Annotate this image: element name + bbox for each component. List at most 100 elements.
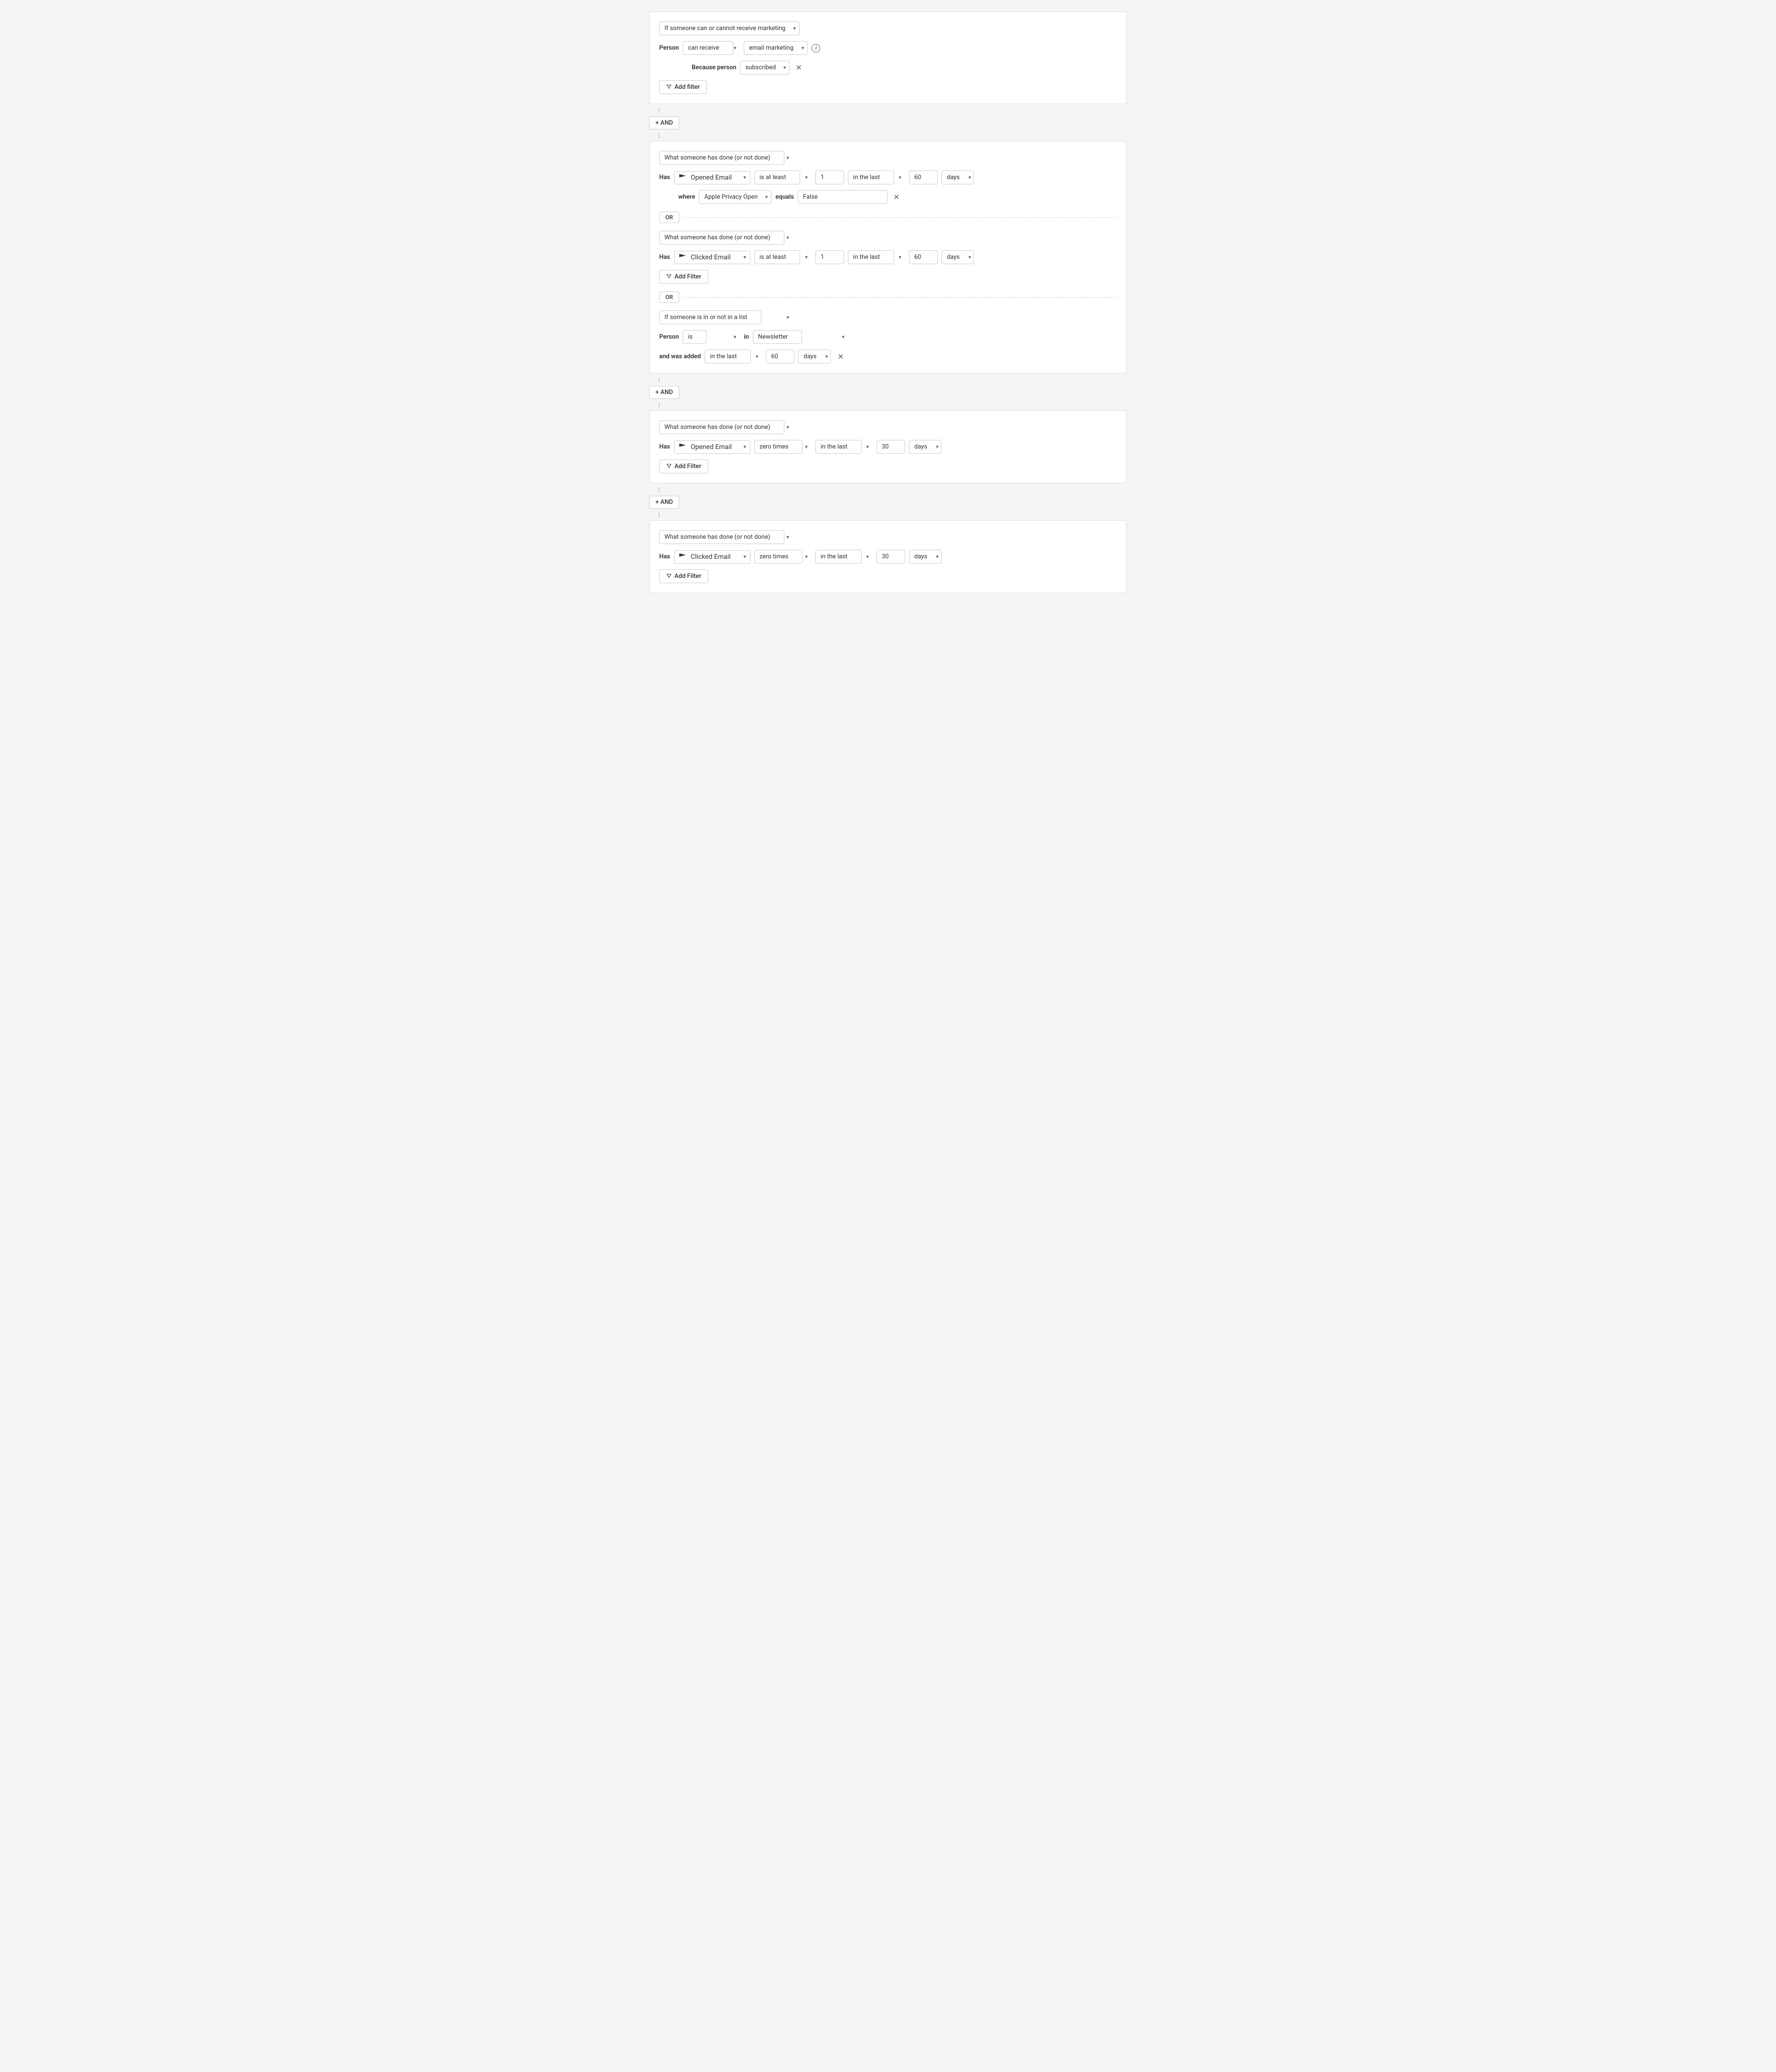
condition-6-select[interactable]: zero times	[754, 550, 802, 564]
condition-opened-wrapper: is at least	[754, 171, 812, 184]
info-icon[interactable]: i	[812, 44, 820, 53]
list-main-select-wrapper: If someone is in or not in a list	[659, 310, 793, 324]
condition-block-opened-zero: What someone has done (or not done) Has …	[649, 410, 1127, 483]
condition-clicked-select[interactable]: is at least	[754, 250, 800, 264]
page-container: If someone can or cannot receive marketi…	[649, 11, 1127, 593]
and-was-close-button[interactable]: ✕	[835, 353, 845, 361]
apple-privacy-select[interactable]: Apple Privacy Open	[699, 190, 771, 204]
condition-clicked-wrapper: is at least	[754, 250, 812, 264]
sub-block-clicked-email: What someone has done (or not done) Has …	[659, 231, 1117, 284]
equals-label: equals	[775, 193, 794, 201]
flag-icon-6	[679, 554, 686, 560]
add-filter-button-5[interactable]: ⛛ Add Filter	[659, 459, 708, 473]
person-is-wrapper: is	[683, 330, 740, 344]
because-value-select[interactable]: subscribed	[740, 61, 790, 75]
and-button-2[interactable]: + AND	[649, 386, 679, 399]
event-opened-email[interactable]: Opened Email	[674, 171, 750, 184]
list-name-select[interactable]: Newsletter	[753, 330, 802, 344]
in-label: in	[744, 333, 749, 341]
and-connector-2: + AND	[649, 377, 1127, 407]
and-was-amount-input[interactable]	[766, 350, 794, 363]
event-clicked-zero[interactable]: Clicked Email	[674, 550, 750, 564]
condition-opened-select[interactable]: is at least	[754, 171, 800, 184]
or-button-1[interactable]: OR	[659, 212, 679, 223]
person-target-select[interactable]: email marketing	[744, 41, 808, 55]
what-done-select-wrapper-3: What someone has done (or not done)	[659, 231, 793, 245]
timeframe-6-wrapper: in the last	[815, 550, 873, 564]
person-is-select[interactable]: is	[683, 330, 706, 344]
value-clicked-input[interactable]	[815, 250, 844, 264]
what-done-select-2[interactable]: What someone has done (or not done)	[659, 151, 784, 165]
unit-5-wrapper: days	[909, 440, 942, 454]
because-value-wrapper: subscribed	[740, 61, 790, 75]
unit-6-wrapper: days	[909, 550, 942, 564]
condition-5-select[interactable]: zero times	[754, 440, 802, 454]
and-connector-1: + AND	[649, 108, 1127, 138]
and-button-1[interactable]: + AND	[649, 117, 679, 129]
filter-icon-clicked: ⛛	[666, 273, 672, 280]
unit-opened-wrapper: days	[941, 171, 975, 184]
or-button-2[interactable]: OR	[659, 291, 679, 303]
sub-block-list: If someone is in or not in a list Person…	[659, 310, 1117, 363]
has-label-opened: Has	[659, 174, 670, 181]
condition-block-group1: What someone has done (or not done) Has …	[649, 141, 1127, 374]
and-was-unit-select[interactable]: days	[798, 350, 831, 363]
what-done-select-5[interactable]: What someone has done (or not done)	[659, 420, 784, 434]
and-connector-3: + AND	[649, 487, 1127, 517]
unit-clicked-select[interactable]: days	[941, 250, 974, 264]
timeframe-5-wrapper: in the last	[815, 440, 873, 454]
because-close-button[interactable]: ✕	[793, 64, 803, 72]
person-action-select[interactable]: can receive	[683, 41, 733, 55]
what-done-select-3[interactable]: What someone has done (or not done)	[659, 231, 784, 245]
has-label-5: Has	[659, 443, 670, 450]
condition-5-wrapper: zero times	[754, 440, 812, 454]
flag-icon-5	[679, 444, 686, 450]
list-name-wrapper: Newsletter	[753, 330, 848, 344]
has-label-6: Has	[659, 553, 670, 560]
what-done-select-wrapper-5: What someone has done (or not done)	[659, 420, 793, 434]
unit-opened-select[interactable]: days	[941, 171, 974, 184]
amount-opened-input[interactable]	[909, 171, 938, 184]
divider-line-2	[683, 297, 1117, 298]
main-condition-select-wrapper: If someone can or cannot receive marketi…	[659, 21, 800, 35]
list-main-select[interactable]: If someone is in or not in a list	[659, 310, 761, 324]
add-filter-button-1[interactable]: ⛛ Add filter	[659, 80, 707, 94]
timeframe-clicked-wrapper: in the last	[848, 250, 905, 264]
main-condition-select[interactable]: If someone can or cannot receive marketi…	[659, 21, 800, 35]
amount-clicked-input[interactable]	[909, 250, 938, 264]
timeframe-opened-select[interactable]: in the last	[848, 171, 894, 184]
amount-5-input[interactable]	[877, 440, 905, 454]
and-was-added-label: and was added	[659, 353, 701, 360]
event-clicked-email[interactable]: Clicked Email	[674, 251, 750, 264]
add-filter-button-6[interactable]: ⛛ Add Filter	[659, 569, 708, 583]
filter-icon-6: ⛛	[666, 573, 672, 580]
timeframe-5-select[interactable]: in the last	[815, 440, 862, 454]
event-opened-zero[interactable]: Opened Email	[674, 440, 750, 454]
and-was-timeframe-wrapper: in the last	[705, 350, 762, 363]
person-label: Person	[659, 44, 679, 52]
and-button-3[interactable]: + AND	[649, 496, 679, 509]
or-divider-2: OR	[659, 288, 1117, 307]
divider-line-1	[683, 217, 1117, 218]
apple-privacy-wrapper: Apple Privacy Open	[699, 190, 771, 204]
and-was-timeframe-select[interactable]: in the last	[705, 350, 751, 363]
value-opened-input[interactable]	[815, 171, 844, 184]
person-target-wrapper: email marketing	[744, 41, 808, 55]
what-done-select-6[interactable]: What someone has done (or not done)	[659, 530, 784, 544]
flag-icon-opened	[679, 174, 686, 181]
where-close-button[interactable]: ✕	[891, 193, 901, 201]
filter-icon-5: ⛛	[666, 463, 672, 470]
filter-icon: ⛛	[666, 84, 672, 91]
unit-6-select[interactable]: days	[909, 550, 941, 564]
and-was-unit-wrapper: days	[798, 350, 832, 363]
sub-block-opened-email: What someone has done (or not done) Has …	[659, 151, 1117, 204]
add-filter-button-clicked[interactable]: ⛛ Add Filter	[659, 270, 708, 284]
field-value-input[interactable]	[798, 190, 888, 204]
where-label: where	[678, 193, 695, 201]
has-label-clicked: Has	[659, 254, 670, 261]
timeframe-6-select[interactable]: in the last	[815, 550, 862, 564]
unit-5-select[interactable]: days	[909, 440, 941, 454]
timeframe-clicked-select[interactable]: in the last	[848, 250, 894, 264]
amount-6-input[interactable]	[877, 550, 905, 564]
what-done-select-wrapper-2: What someone has done (or not done)	[659, 151, 793, 165]
